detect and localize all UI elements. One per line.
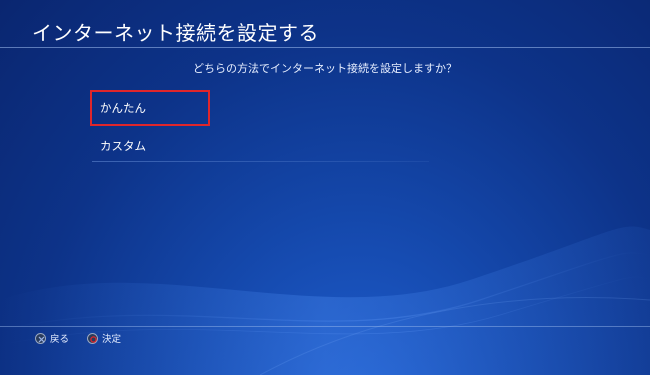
option-custom[interactable]: カスタム [92, 130, 437, 162]
option-custom-label: カスタム [100, 139, 146, 153]
footer-divider [0, 326, 650, 327]
title-divider [0, 47, 650, 48]
confirm-hint-label[interactable]: 決定 [102, 331, 121, 345]
back-hint-label[interactable]: 戻る [50, 331, 69, 345]
button-hints: 戻る 決定 [35, 331, 121, 345]
option-easy[interactable]: かんたん [90, 90, 210, 126]
circle-button-icon [87, 332, 99, 344]
option-list: かんたん カスタム [90, 90, 437, 162]
option-divider [92, 161, 429, 162]
page-title: インターネット接続を設定する [32, 21, 319, 45]
cross-button-icon [35, 332, 46, 344]
question-text: どちらの方法でインターネット接続を設定しますか？ [193, 62, 457, 75]
option-easy-label: かんたん [100, 101, 146, 115]
screen: インターネット接続を設定する どちらの方法でインターネット接続を設定しますか？ … [0, 0, 650, 375]
background-wave-decoration [0, 226, 650, 375]
